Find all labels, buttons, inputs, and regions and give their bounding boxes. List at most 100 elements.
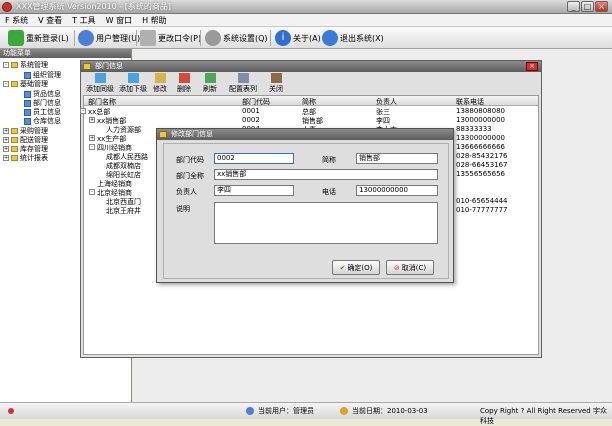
column-header[interactable]: 负责人	[376, 97, 397, 107]
dept-window-title: 部门信息	[81, 61, 541, 72]
dept-name-cell: 北京王府井	[106, 207, 141, 215]
close-window-button[interactable]: 关闭	[269, 73, 283, 95]
menu-system[interactable]: F 系统	[0, 14, 33, 26]
expand-icon[interactable]: +	[3, 128, 9, 134]
delete-label: 删除	[177, 85, 191, 93]
add-child-button[interactable]: 添加下级	[119, 73, 147, 95]
toolbar-separator	[200, 30, 201, 46]
expand-icon[interactable]: +	[3, 155, 9, 161]
expand-icon[interactable]: +	[89, 117, 95, 123]
phone-cell: 13000000000	[456, 116, 505, 124]
dept-code-field[interactable]: 0002	[214, 153, 294, 164]
leaf-icon	[24, 117, 31, 125]
description-label: 说明	[176, 205, 190, 213]
add-sibling-icon	[94, 73, 106, 83]
check-icon: ✔	[339, 263, 346, 272]
table-row[interactable]: + xx销售部 0002 销售部 李四 13000000000	[84, 116, 538, 125]
add-sibling-label: 添加同级	[86, 85, 114, 93]
delete-button[interactable]: 删除	[177, 73, 191, 95]
system-settings-button[interactable]: 系统设置(Q)	[205, 29, 268, 47]
edit-button[interactable]: 修改	[153, 73, 167, 95]
column-header[interactable]: 部门名称	[88, 97, 116, 107]
toolbar-separator	[270, 30, 271, 46]
short-name-field[interactable]: 销售部	[356, 153, 438, 164]
leaf-icon	[24, 108, 31, 116]
close-door-icon	[270, 73, 282, 83]
menu-tools[interactable]: T 工具	[67, 14, 100, 26]
system-settings-label: 系统设置(Q)	[223, 33, 268, 43]
expand-icon[interactable]: +	[3, 137, 9, 143]
refresh-button[interactable]: 刷新	[203, 73, 217, 95]
nav-item-basic[interactable]: - 基础管理	[3, 79, 48, 89]
refresh-icon	[204, 73, 216, 83]
menu-view[interactable]: V 查看	[33, 14, 67, 26]
exit-button[interactable]: 退出系统(X)	[322, 29, 384, 47]
column-header[interactable]: 联系电话	[456, 97, 484, 107]
folder-icon	[11, 128, 18, 134]
relogin-label: 重新登录(L)	[26, 33, 69, 43]
dept-window-title-text: 部门信息	[95, 62, 123, 70]
dialog-title-text: 修改部门信息	[171, 130, 213, 138]
expand-icon[interactable]: +	[89, 135, 95, 141]
full-name-field[interactable]: xx销售部	[214, 169, 438, 180]
dept-window-close-button[interactable]: ×	[526, 62, 538, 71]
change-password-button[interactable]: 更改口令(P)	[140, 29, 201, 47]
nav-label: 系统管理	[20, 61, 48, 69]
exit-label: 退出系统(X)	[340, 33, 384, 43]
nav-item-reports[interactable]: + 统计报表	[3, 153, 48, 163]
phone-cell: 88333333	[456, 125, 492, 133]
nav-label: 统计报表	[20, 154, 48, 162]
dept-code-label: 部门代码	[176, 156, 204, 164]
close-button[interactable]: ×	[595, 1, 608, 12]
column-header[interactable]: 简称	[302, 97, 316, 107]
edit-dept-dialog: 修改部门信息 部门代码 0002 简称 销售部 部门全称 xx销售部 负责人 李…	[156, 128, 454, 283]
nav-item-warehouse[interactable]: 仓库信息	[24, 116, 61, 126]
maximize-button[interactable]: □	[581, 1, 594, 12]
config-columns-button[interactable]: 配置表列	[229, 73, 257, 95]
collapse-icon[interactable]: -	[89, 144, 95, 150]
dialog-body: 部门代码 0002 简称 销售部 部门全称 xx销售部 负责人 李四 电话 13…	[163, 143, 449, 279]
person-field[interactable]: 李四	[214, 185, 294, 196]
copyright: Copy Right ? All Right Reserved 宇众科技	[480, 407, 607, 425]
short-name-label: 简称	[322, 156, 336, 164]
main-toolbar: 重新登录(L) 用户管理(U) 更改口令(P) 系统设置(Q) i 关于(A) …	[0, 27, 612, 49]
add-sibling-button[interactable]: 添加同级	[86, 73, 114, 95]
key-icon	[140, 30, 156, 46]
folder-icon	[11, 62, 18, 68]
collapse-icon[interactable]: -	[89, 189, 95, 195]
current-date: 当前日期：2010-03-03	[352, 407, 428, 415]
cancel-icon: ⊘	[393, 263, 400, 272]
column-header[interactable]: 部门代码	[242, 97, 270, 107]
app-icon	[2, 2, 12, 12]
ok-label: 确定(O)	[347, 263, 373, 272]
phone-cell: 028-85432176	[456, 152, 508, 160]
cancel-label: 取消(C)	[401, 263, 427, 272]
user-icon	[246, 407, 254, 415]
description-field[interactable]	[214, 202, 438, 244]
edit-label: 修改	[153, 85, 167, 93]
ok-button[interactable]: ✔ 确定(O)	[332, 260, 380, 275]
menu-window[interactable]: W 窗口	[101, 14, 137, 26]
phone-cell: 13556565656	[456, 170, 505, 178]
current-user: 当前用户：管理员	[258, 407, 314, 415]
user-manage-label: 用户管理(U)	[96, 33, 141, 43]
cancel-button[interactable]: ⊘ 取消(C)	[386, 260, 434, 275]
info-icon: i	[275, 30, 291, 46]
table-row[interactable]: - xx总部 0001 总部 张三 13880808080	[80, 107, 538, 116]
collapse-icon[interactable]: -	[80, 108, 86, 114]
expand-icon[interactable]: +	[3, 146, 9, 152]
minimize-button[interactable]: _	[567, 1, 580, 12]
code-cell: 0001	[242, 107, 260, 115]
collapse-icon[interactable]: -	[3, 62, 9, 68]
about-button[interactable]: i 关于(A)	[275, 29, 321, 47]
phone-cell: 13880808080	[456, 107, 505, 115]
edit-icon	[154, 73, 166, 83]
relogin-button[interactable]: 重新登录(L)	[8, 29, 69, 47]
code-cell: 0002	[242, 116, 260, 124]
person-label: 负责人	[176, 188, 197, 196]
collapse-icon[interactable]: -	[3, 81, 9, 87]
nav-item-system[interactable]: - 系统管理	[3, 60, 48, 70]
phone-field[interactable]: 13000000000	[356, 185, 438, 196]
user-manage-button[interactable]: 用户管理(U)	[78, 29, 140, 47]
menu-help[interactable]: H 帮助	[137, 14, 172, 26]
